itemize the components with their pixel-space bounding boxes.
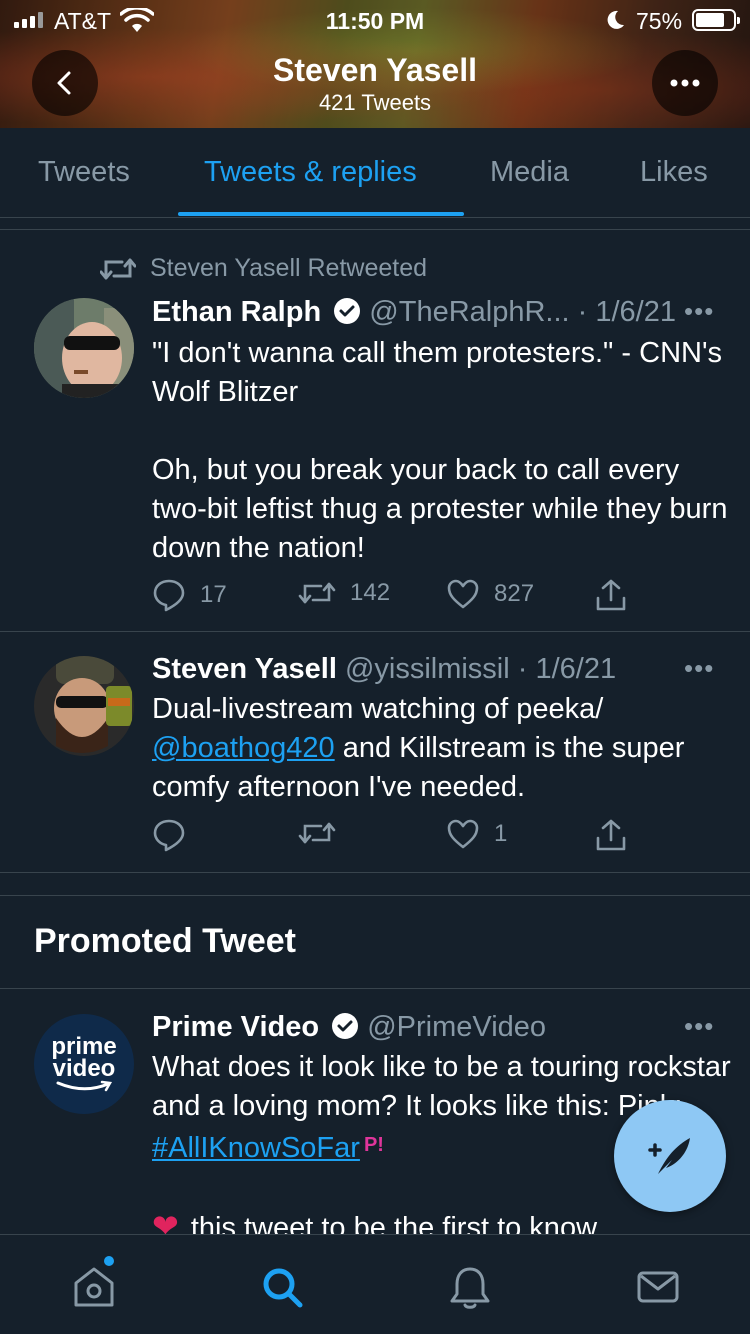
author-handle: @PrimeVideo xyxy=(367,1011,547,1043)
hashtag-emoji-icon: P! xyxy=(363,1134,384,1156)
compose-tweet-button[interactable] xyxy=(614,1100,726,1212)
retweet-icon xyxy=(298,822,336,844)
like-button[interactable]: 1 xyxy=(446,818,507,850)
avatar[interactable] xyxy=(34,656,134,756)
tweet-text: Dual-livestream watching of peeka/ @boat… xyxy=(152,690,732,807)
section-divider xyxy=(0,872,750,896)
mention-link[interactable]: @boathog420 xyxy=(152,732,335,764)
author-name[interactable]: Ethan Ralph xyxy=(152,296,321,328)
battery-icon xyxy=(692,9,740,31)
verified-badge-icon xyxy=(332,1013,359,1039)
battery-percent: 75% xyxy=(636,8,683,34)
tab-likes[interactable]: Likes xyxy=(640,156,708,189)
notifications-bell-icon[interactable] xyxy=(446,1263,494,1311)
profile-tabs: Tweets Tweets & replies Media Likes xyxy=(0,128,750,218)
reply-count: 17 xyxy=(200,581,227,608)
prime-logo-text: video xyxy=(52,1055,116,1082)
reply-button[interactable] xyxy=(152,818,186,852)
tweet-actions: 1 xyxy=(152,818,652,858)
retweet-button[interactable]: 142 xyxy=(298,578,390,608)
tweet-more-icon[interactable]: ••• xyxy=(684,296,714,327)
tweet-header: Prime Video @PrimeVideo xyxy=(152,1011,546,1044)
reply-icon xyxy=(153,579,185,612)
home-icon[interactable] xyxy=(70,1263,118,1311)
smile-arrow-icon xyxy=(56,1080,113,1092)
share-button[interactable] xyxy=(594,818,628,852)
tweet-count: 421 Tweets xyxy=(318,90,432,115)
tweet-text-part: this tweet to be the first to know xyxy=(190,1212,598,1234)
heart-icon xyxy=(447,579,479,609)
compose-feather-icon xyxy=(648,1138,690,1174)
author-name[interactable]: Prime Video xyxy=(152,1011,319,1043)
tweet-text-part: Dual-livestream watching of peeka/ xyxy=(152,693,604,725)
share-icon xyxy=(596,819,626,851)
tab-tweets-and-replies[interactable]: Tweets & replies xyxy=(204,156,417,189)
retweet-icon xyxy=(100,258,136,279)
retweet-icon xyxy=(298,582,336,604)
tab-media[interactable]: Media xyxy=(490,156,569,189)
like-count: 827 xyxy=(494,580,535,607)
tweet-meta: @yissilmissil · 1/6/21 xyxy=(344,653,617,685)
divider xyxy=(0,988,750,989)
reply-icon xyxy=(153,819,185,852)
avatar-image xyxy=(34,656,134,756)
author-name[interactable]: Steven Yasell xyxy=(152,653,337,685)
avatar-image xyxy=(34,298,134,398)
tabs-divider xyxy=(0,218,750,230)
tweet-meta: @TheRalphR... · 1/6/21 xyxy=(369,296,676,328)
retweet-label: Steven Yasell Retweeted xyxy=(150,254,428,282)
tweet-actions: 17 142 827 xyxy=(152,578,652,618)
like-button[interactable]: 827 xyxy=(446,578,534,610)
profile-header: AT&T 11:50 PM 75% Steven Yasell 421 Twee… xyxy=(0,0,750,128)
more-icon xyxy=(670,79,700,87)
tweet-text: "I don't wanna call them protesters." - … xyxy=(152,334,732,568)
do-not-disturb-icon xyxy=(607,10,624,29)
tweet-header: Steven Yasell @yissilmissil · 1/6/21 xyxy=(152,653,616,686)
retweet-count: 142 xyxy=(350,579,391,606)
avatar[interactable]: prime video xyxy=(34,1014,134,1114)
more-options-button[interactable] xyxy=(652,50,718,116)
tweet-header: Ethan Ralph @TheRalphR... · 1/6/21 xyxy=(152,296,676,329)
promoted-section-title: Promoted Tweet xyxy=(34,922,296,960)
retweet-button[interactable] xyxy=(298,818,336,848)
heart-emoji-icon: ❤ xyxy=(152,1208,179,1234)
retweet-context: Steven Yasell Retweeted xyxy=(100,254,427,283)
avatar[interactable] xyxy=(34,298,134,398)
verified-badge-icon xyxy=(334,298,361,324)
tab-tweets[interactable]: Tweets xyxy=(38,156,130,189)
status-bar: AT&T 11:50 PM 75% xyxy=(0,0,750,40)
new-tweets-badge xyxy=(104,1256,114,1266)
messages-envelope-icon[interactable] xyxy=(634,1263,682,1311)
tweet-paragraph: Oh, but you break your back to call ever… xyxy=(152,454,728,564)
hashtag-link[interactable]: #AllIKnowSoFar xyxy=(152,1132,360,1164)
active-tab-indicator xyxy=(178,212,464,216)
tweet-more-icon[interactable]: ••• xyxy=(684,653,714,684)
tweet-paragraph: "I don't wanna call them protesters." - … xyxy=(152,337,722,408)
bottom-navigation xyxy=(0,1234,750,1334)
profile-name: Steven Yasell xyxy=(273,52,477,88)
like-count: 1 xyxy=(494,820,508,847)
share-icon xyxy=(596,579,626,611)
search-icon[interactable] xyxy=(258,1263,306,1311)
share-button[interactable] xyxy=(594,578,628,612)
heart-icon xyxy=(447,819,479,849)
reply-button[interactable]: 17 xyxy=(152,578,227,612)
tweet-more-icon[interactable]: ••• xyxy=(684,1011,714,1042)
